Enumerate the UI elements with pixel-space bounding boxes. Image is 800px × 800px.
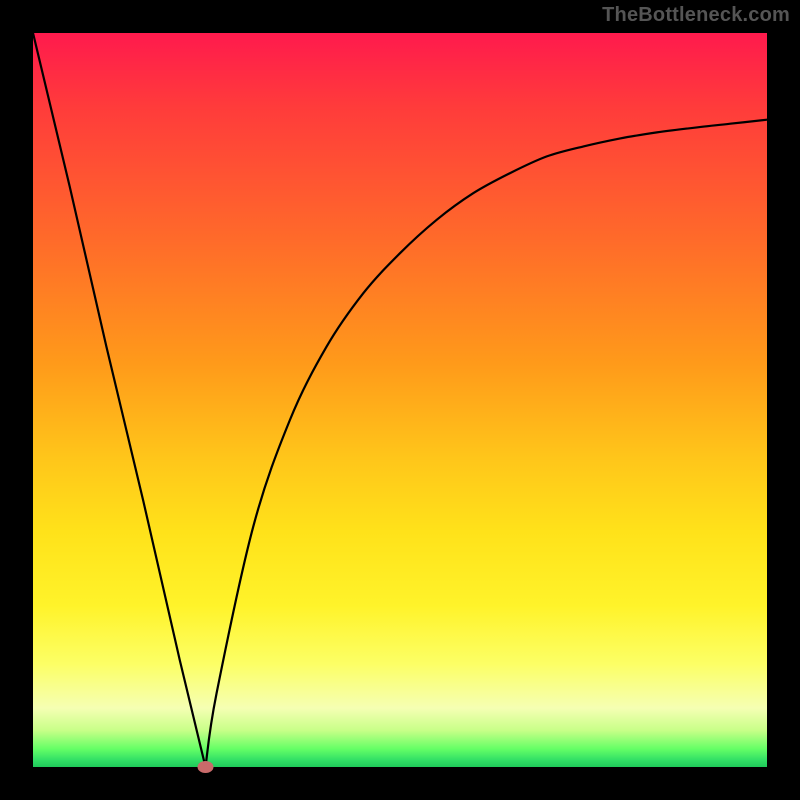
chart-frame: TheBottleneck.com [0,0,800,800]
plot-area [33,33,767,767]
bottleneck-curve [33,33,767,767]
watermark-text: TheBottleneck.com [602,4,790,27]
minimum-marker [198,761,214,773]
curve-layer [33,33,767,767]
